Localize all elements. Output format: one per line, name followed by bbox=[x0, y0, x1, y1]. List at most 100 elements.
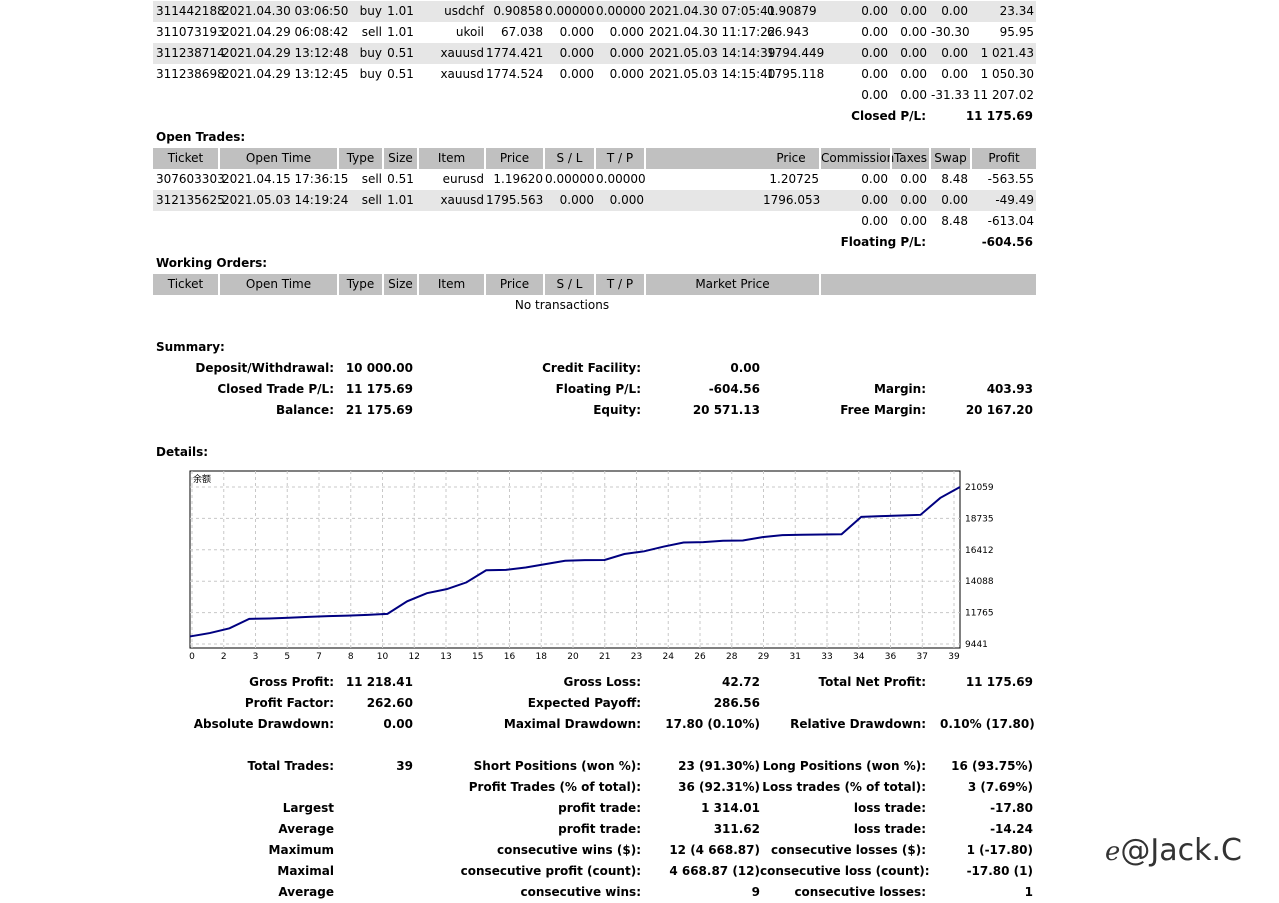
closed-profit-cell: 23.34 bbox=[999, 4, 1034, 18]
details-value: 1 314.01 bbox=[701, 801, 760, 815]
closed-ticket-cell: 311073193 bbox=[156, 25, 225, 39]
watermark-logo-icon: ℯ bbox=[1105, 837, 1121, 867]
details-label: Total Net Profit: bbox=[818, 675, 926, 689]
wo-col-price: Price bbox=[499, 277, 530, 291]
details-label: consecutive loss (count): bbox=[760, 864, 930, 878]
working-orders-header: Ticket Open Time Type Size Item Price S … bbox=[153, 274, 1036, 295]
equity-label: Equity: bbox=[593, 403, 641, 417]
col-profit: Profit bbox=[988, 151, 1020, 165]
closed-total-profit: 11 207.02 bbox=[972, 88, 1034, 102]
x-tick-label: 16 bbox=[504, 652, 516, 662]
open-market-price-cell: 1.20725 bbox=[769, 172, 819, 186]
floating-pl-label: Floating P/L: bbox=[840, 235, 926, 249]
no-transactions-text: No transactions bbox=[514, 298, 610, 312]
open-tp-cell: 0.00000 bbox=[596, 172, 646, 186]
x-tick-label: 33 bbox=[821, 652, 832, 662]
closed-sl-cell: 0.00000 bbox=[545, 4, 595, 18]
details-value: 286.56 bbox=[713, 696, 760, 710]
details-label: Expected Payoff: bbox=[527, 696, 641, 710]
details-value: -17.80 (1) bbox=[966, 864, 1033, 878]
open-ticket-cell: 312135625 bbox=[156, 193, 225, 207]
wo-col-sl: S / L bbox=[556, 277, 583, 291]
closed-close-time-cell: 2021.04.30 07:05:41 bbox=[649, 4, 776, 18]
deposit-label: Deposit/Withdrawal: bbox=[195, 361, 334, 375]
closed-close-price-cell: 66.943 bbox=[767, 25, 809, 39]
closed-close-time-cell: 2021.05.03 14:14:39 bbox=[649, 46, 776, 60]
open-swap-cell: 0.00 bbox=[941, 193, 968, 207]
x-tick-label: 37 bbox=[917, 652, 928, 662]
balance-value: 21 175.69 bbox=[345, 403, 413, 417]
wo-col-open-time: Open Time bbox=[245, 277, 312, 291]
open-sl-cell: 0.00000 bbox=[545, 172, 595, 186]
closed-item-cell: ukoil bbox=[455, 25, 484, 39]
closed-profit-cell: 95.95 bbox=[999, 25, 1034, 39]
closed-pl-label: Closed P/L: bbox=[851, 109, 926, 123]
open-sl-cell: 0.000 bbox=[559, 193, 594, 207]
open-tp-cell: 0.000 bbox=[609, 193, 644, 207]
details-label: Total Trades: bbox=[247, 759, 334, 773]
closed-sl-cell: 0.000 bbox=[559, 25, 594, 39]
wo-col-ticket: Ticket bbox=[167, 277, 204, 291]
open-type-cell: sell bbox=[361, 193, 382, 207]
closed-price-cell: 67.038 bbox=[501, 25, 543, 39]
x-tick-label: 31 bbox=[790, 652, 801, 662]
watermark-text: @Jack.C bbox=[1120, 833, 1242, 868]
open-total-profit: -613.04 bbox=[987, 214, 1034, 228]
x-tick-label: 8 bbox=[348, 652, 354, 662]
x-tick-label: 3 bbox=[253, 652, 259, 662]
details-value: 36 (92.31%) bbox=[678, 780, 760, 794]
details-value: 42.72 bbox=[722, 675, 760, 689]
closed-close-time-cell: 2021.05.03 14:15:40 bbox=[649, 67, 776, 81]
details-value: 0.00 bbox=[383, 717, 413, 731]
details-label: consecutive profit (count): bbox=[460, 864, 641, 878]
closed-type-cell: buy bbox=[359, 67, 382, 81]
x-tick-label: 10 bbox=[377, 652, 389, 662]
x-tick-label: 34 bbox=[853, 652, 865, 662]
open-trade-row: 312135625 2021.05.03 14:19:24 sell 1.01 xauu… bbox=[153, 190, 1036, 211]
closed-ticket-cell: 311238714 bbox=[156, 46, 225, 60]
details-value: 1 (-17.80) bbox=[966, 843, 1033, 857]
details-label: Average bbox=[278, 885, 334, 899]
open-profit-cell: -563.55 bbox=[987, 172, 1034, 186]
x-tick-label: 5 bbox=[284, 652, 290, 662]
closed-size-cell: 0.51 bbox=[387, 46, 414, 60]
closed-open-time-cell: 2021.04.29 13:12:45 bbox=[222, 67, 349, 81]
x-tick-label: 13 bbox=[440, 652, 451, 662]
open-price-cell: 1795.563 bbox=[486, 193, 544, 207]
closed-commission-cell: 0.00 bbox=[861, 46, 888, 60]
credit-label: Credit Facility: bbox=[542, 361, 641, 375]
closed-size-cell: 0.51 bbox=[387, 67, 414, 81]
closed-profit-cell: 1 021.43 bbox=[980, 46, 1034, 60]
open-type-cell: sell bbox=[361, 172, 382, 186]
details-label: Profit Trades (% of total): bbox=[468, 780, 641, 794]
col-sl: S / L bbox=[556, 151, 583, 165]
open-total-taxes: 0.00 bbox=[900, 214, 927, 228]
x-tick-label: 28 bbox=[726, 652, 738, 662]
closed-swap-cell: 0.00 bbox=[941, 67, 968, 81]
closed-open-time-cell: 2021.04.30 03:06:50 bbox=[222, 4, 349, 18]
details-title: Details: bbox=[156, 445, 209, 459]
floating-pl-value: -604.56 bbox=[981, 235, 1033, 249]
margin-value: 403.93 bbox=[986, 382, 1033, 396]
closed-total-swap: -31.33 bbox=[931, 88, 970, 102]
closed-type-cell: buy bbox=[359, 4, 382, 18]
open-price-cell: 1.19620 bbox=[493, 172, 543, 186]
details-value: 9 bbox=[751, 885, 760, 899]
x-tick-label: 29 bbox=[758, 652, 770, 662]
x-tick-label: 39 bbox=[948, 652, 960, 662]
closed-close-price-cell: 1795.118 bbox=[767, 67, 825, 81]
details-value: 1 bbox=[1024, 885, 1033, 899]
closed-swap-cell: 0.00 bbox=[941, 46, 968, 60]
open-profit-cell: -49.49 bbox=[995, 193, 1034, 207]
details-label: Absolute Drawdown: bbox=[193, 717, 334, 731]
open-total-commission: 0.00 bbox=[861, 214, 888, 228]
free-margin-label: Free Margin: bbox=[840, 403, 926, 417]
closed-trade-pl-value: 11 175.69 bbox=[345, 382, 413, 396]
closed-trade-row: 311238698 2021.04.29 13:12:45 buy 0.51 xauus… bbox=[153, 64, 1036, 85]
col-market-price: Price bbox=[776, 151, 806, 165]
wo-col-item: Item bbox=[437, 277, 466, 291]
closed-close-time-cell: 2021.04.30 11:17:22 bbox=[649, 25, 776, 39]
chart-title: 余额 bbox=[193, 473, 211, 485]
x-tick-label: 24 bbox=[663, 652, 675, 662]
closed-tp-cell: 0.000 bbox=[609, 25, 644, 39]
